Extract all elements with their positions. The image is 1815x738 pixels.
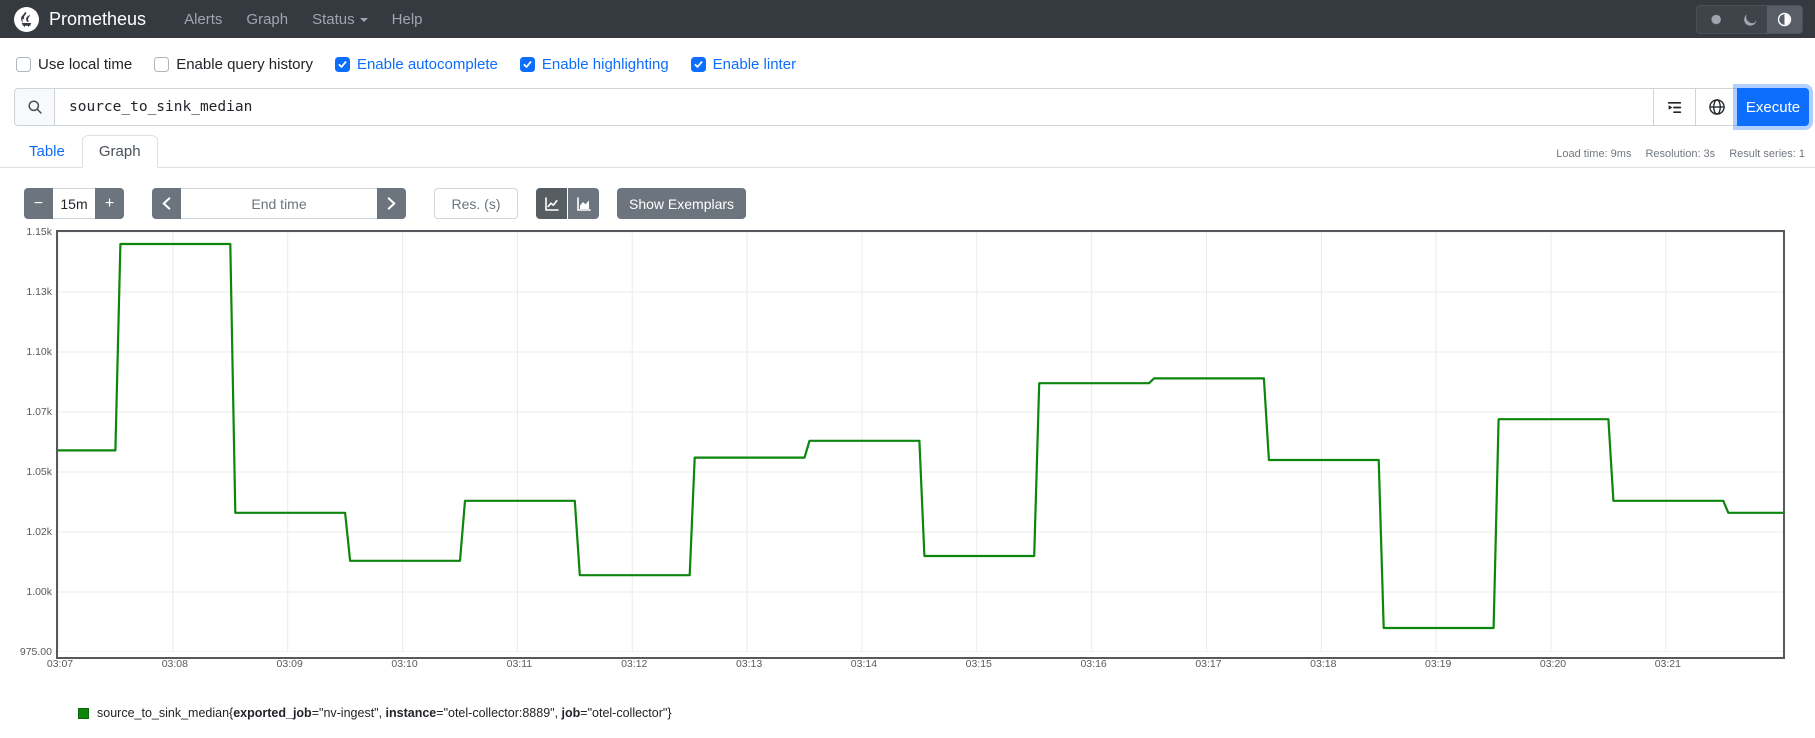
search-icon: [27, 99, 43, 115]
increase-range-button[interactable]: +: [95, 188, 124, 219]
chart-region: 1.15k1.13k1.10k1.07k1.05k1.02k1.00k975.0…: [14, 232, 1815, 682]
use-local-time-checkbox[interactable]: Use local time: [16, 56, 132, 73]
x-tick-label: 03:17: [1180, 658, 1236, 670]
x-tick-label: 03:16: [1066, 658, 1122, 670]
nav-item-graph[interactable]: Graph: [236, 5, 298, 34]
y-tick-label: 1.02k: [14, 526, 52, 538]
chevron-left-icon: [161, 197, 172, 210]
navbar: Prometheus Alerts Graph Status Help: [0, 0, 1815, 38]
chart-type-toggle: [536, 188, 599, 219]
chevron-down-icon: [360, 18, 368, 22]
x-tick-label: 03:19: [1410, 658, 1466, 670]
show-exemplars-button[interactable]: Show Exemplars: [617, 188, 746, 219]
globe-icon: [1708, 98, 1726, 116]
query-options-row: Use local time Enable query history Enab…: [0, 38, 1815, 75]
y-tick-label: 1.07k: [14, 406, 52, 418]
x-tick-label: 03:10: [377, 658, 433, 670]
x-tick-label: 03:13: [721, 658, 777, 670]
end-time-group: [152, 188, 406, 219]
dark-theme-button[interactable]: [1732, 6, 1767, 33]
execute-button[interactable]: Execute: [1737, 88, 1809, 126]
legend-item[interactable]: source_to_sink_median{exported_job="nv-i…: [78, 706, 1815, 720]
format-tree-view-button[interactable]: [1653, 88, 1695, 126]
query-search-addon: [14, 88, 54, 126]
y-tick-label: 1.00k: [14, 586, 52, 598]
brand[interactable]: Prometheus: [14, 7, 146, 32]
result-series-stat: Result series: 1: [1729, 148, 1805, 160]
x-tick-label: 03:18: [1295, 658, 1351, 670]
nav-item-help[interactable]: Help: [382, 5, 433, 34]
tree-view-icon: [1666, 99, 1683, 116]
series-label: source_to_sink_median{exported_job="nv-i…: [97, 706, 672, 720]
x-tick-label: 03:09: [262, 658, 318, 670]
y-tick-label: 1.13k: [14, 286, 52, 298]
resolution-input[interactable]: [434, 188, 518, 219]
nav-item-alerts[interactable]: Alerts: [174, 5, 232, 34]
tab-table[interactable]: Table: [12, 135, 82, 168]
stacked-chart-button[interactable]: [568, 188, 599, 219]
auto-theme-button[interactable]: [1767, 6, 1802, 33]
decrease-range-button[interactable]: −: [24, 188, 53, 219]
range-input-group: − +: [24, 188, 124, 219]
end-time-input[interactable]: [181, 188, 377, 219]
graph-plot-area[interactable]: [56, 230, 1785, 659]
query-stats: Load time: 9ms Resolution: 3s Result ser…: [1556, 148, 1805, 160]
x-tick-label: 03:14: [836, 658, 892, 670]
metrics-explorer-button[interactable]: [1695, 88, 1737, 126]
enable-query-history-checkbox[interactable]: Enable query history: [154, 56, 313, 73]
enable-autocomplete-checkbox[interactable]: Enable autocomplete: [335, 56, 498, 73]
x-tick-label: 03:08: [147, 658, 203, 670]
checkbox-icon: [691, 57, 706, 72]
chevron-right-icon: [386, 197, 397, 210]
series-swatch-icon: [78, 708, 89, 719]
x-tick-label: 03:12: [606, 658, 662, 670]
x-tick-label: 03:15: [951, 658, 1007, 670]
gear-icon: [1707, 12, 1722, 27]
line-chart-icon: [544, 196, 560, 212]
y-tick-label: 1.05k: [14, 466, 52, 478]
nav-item-status[interactable]: Status: [302, 5, 378, 34]
contrast-icon: [1777, 12, 1792, 27]
enable-linter-checkbox[interactable]: Enable linter: [691, 56, 796, 73]
query-expression-input[interactable]: [54, 88, 1653, 126]
prometheus-logo-icon: [14, 7, 39, 32]
x-tick-label: 03:21: [1640, 658, 1696, 670]
panel-tabs: Table Graph Load time: 9ms Resolution: 3…: [0, 135, 1815, 168]
plot-svg: [58, 232, 1783, 652]
graph-controls: − + Show Exemplars: [24, 188, 1801, 219]
y-tick-label: 1.10k: [14, 346, 52, 358]
x-tick-label: 03:20: [1525, 658, 1581, 670]
y-tick-label: 975.00: [14, 646, 52, 658]
load-time-stat: Load time: 9ms: [1556, 148, 1631, 160]
theme-toggle-group: [1696, 5, 1803, 34]
tab-graph[interactable]: Graph: [82, 135, 158, 168]
query-bar: Execute: [14, 88, 1809, 126]
resolution-stat: Resolution: 3s: [1645, 148, 1715, 160]
enable-highlighting-checkbox[interactable]: Enable highlighting: [520, 56, 669, 73]
light-theme-button[interactable]: [1697, 6, 1732, 33]
x-tick-label: 03:11: [491, 658, 547, 670]
checkbox-icon: [520, 57, 535, 72]
y-tick-label: 1.15k: [14, 226, 52, 238]
brand-title: Prometheus: [49, 9, 146, 30]
range-input[interactable]: [53, 188, 95, 219]
shift-forward-button[interactable]: [377, 188, 406, 219]
checkbox-icon: [335, 57, 350, 72]
checkbox-icon: [154, 57, 169, 72]
stacked-chart-icon: [576, 196, 592, 212]
nav-links: Alerts Graph Status Help: [174, 5, 432, 34]
x-tick-label: 03:07: [32, 658, 88, 670]
moon-icon: [1743, 12, 1757, 26]
checkbox-icon: [16, 57, 31, 72]
shift-back-button[interactable]: [152, 188, 181, 219]
line-chart-button[interactable]: [536, 188, 567, 219]
